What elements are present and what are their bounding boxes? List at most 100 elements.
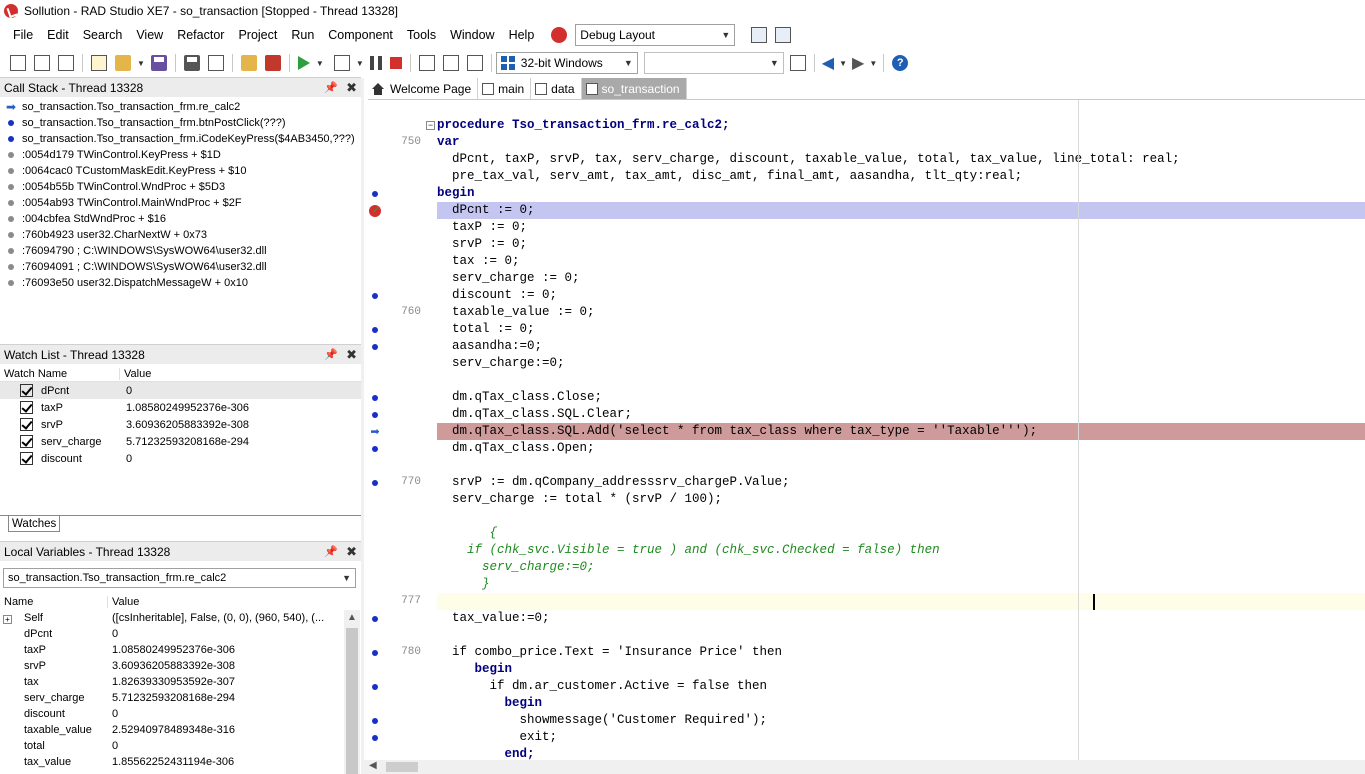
locals-row[interactable]: discount 0 xyxy=(0,706,361,722)
locals-row[interactable]: tax_value 1.85562252431194e-306 xyxy=(0,754,361,770)
menu-file[interactable]: File xyxy=(6,28,40,42)
add-to-project-icon[interactable] xyxy=(240,55,257,71)
menu-tools[interactable]: Tools xyxy=(400,28,443,42)
execution-point-icon[interactable]: ✓ xyxy=(364,202,386,219)
chevron-down-icon[interactable]: ▼ xyxy=(839,59,847,68)
chevron-down-icon[interactable]: ▼ xyxy=(869,59,877,68)
locals-row[interactable]: tax 1.82639330953592e-307 xyxy=(0,674,361,690)
set-debug-desktop-icon[interactable] xyxy=(775,27,792,43)
menu-edit[interactable]: Edit xyxy=(40,28,76,42)
breakpoint-dot-icon[interactable] xyxy=(364,610,386,627)
breakpoint-dot-icon[interactable] xyxy=(364,406,386,423)
locals-frame-combo[interactable]: so_transaction.Tso_transaction_frm.re_ca… xyxy=(3,568,356,588)
save-icon[interactable] xyxy=(150,55,167,71)
breakpoint-dot-icon[interactable] xyxy=(364,440,386,457)
call-stack-row[interactable]: :004cbfea StdWndProc + $16 xyxy=(0,211,361,227)
trace-into-icon[interactable] xyxy=(418,55,435,71)
chevron-down-icon[interactable]: ▼ xyxy=(356,59,364,68)
breakpoint-dot-icon[interactable] xyxy=(364,644,386,661)
run-to-cursor-icon[interactable] xyxy=(466,55,483,71)
call-stack-row[interactable]: :76094091 ; C:\WINDOWS\SysWOW64\user32.d… xyxy=(0,259,361,275)
platform-combo[interactable]: 32-bit Windows ▼ xyxy=(495,52,638,74)
scroll-left-icon[interactable]: ◀ xyxy=(369,760,377,771)
call-stack-row[interactable]: so_transaction.Tso_transaction_frm.iCode… xyxy=(0,131,361,147)
save-all-icon[interactable] xyxy=(183,55,200,71)
menu-project[interactable]: Project xyxy=(231,28,284,42)
expand-icon[interactable]: + xyxy=(3,615,12,624)
open-file-icon[interactable] xyxy=(34,55,50,71)
tab-data[interactable]: data xyxy=(531,78,582,99)
call-stack-row[interactable]: :0054d179 TWinControl.KeyPress + $1D xyxy=(0,147,361,163)
locals-row[interactable]: srvP 3.60936205883392e-308 xyxy=(0,658,361,674)
navigate-back-icon[interactable]: ◀ xyxy=(822,53,834,73)
run-without-debug-icon[interactable] xyxy=(333,55,350,71)
run-icon[interactable] xyxy=(297,56,310,70)
menu-component[interactable]: Component xyxy=(321,28,400,42)
menu-search[interactable]: Search xyxy=(76,28,130,42)
scrollbar-thumb[interactable] xyxy=(346,628,358,774)
pause-icon[interactable] xyxy=(369,56,382,70)
code-editor[interactable]: procedure Tso_transaction_frm.re_calc2; … xyxy=(437,100,1365,760)
layout-combo[interactable]: Debug Layout ▼ xyxy=(575,24,736,46)
stop-icon[interactable] xyxy=(389,57,402,69)
watch-enabled-checkbox[interactable] xyxy=(20,384,33,397)
close-file-icon[interactable] xyxy=(207,55,224,71)
breakpoint-dot-icon[interactable] xyxy=(364,712,386,729)
editor-horizontal-scrollbar[interactable]: ◀ xyxy=(364,760,1365,774)
breakpoint-dot-icon[interactable] xyxy=(364,185,386,202)
watch-enabled-checkbox[interactable] xyxy=(20,401,33,414)
menu-view[interactable]: View xyxy=(129,28,170,42)
config-options-icon[interactable] xyxy=(789,55,806,71)
tab-main[interactable]: main xyxy=(478,78,532,99)
watch-enabled-checkbox[interactable] xyxy=(20,435,33,448)
tab-so-transaction[interactable]: so_transaction xyxy=(581,78,687,99)
pin-icon[interactable]: 📌 xyxy=(324,348,338,361)
locals-row[interactable]: dPcnt 0 xyxy=(0,626,361,642)
locals-row[interactable]: serv_charge 5.71232593208168e-294 xyxy=(0,690,361,706)
watch-row[interactable]: srvP 3.60936205883392e-308 xyxy=(0,416,361,433)
stop-debug-icon[interactable] xyxy=(551,27,568,43)
menu-run[interactable]: Run xyxy=(284,28,321,42)
call-stack-row[interactable]: :0064cac0 TCustomMaskEdit.KeyPress + $10 xyxy=(0,163,361,179)
scroll-up-icon[interactable]: ▲ xyxy=(347,612,357,623)
close-icon[interactable]: ✖ xyxy=(346,80,357,96)
call-stack-row[interactable]: so_transaction.Tso_transaction_frm.btnPo… xyxy=(0,115,361,131)
locals-row[interactable]: taxP 1.08580249952376e-306 xyxy=(0,642,361,658)
save-desktop-icon[interactable] xyxy=(751,27,768,43)
menu-window[interactable]: Window xyxy=(443,28,501,42)
watch-name-column[interactable]: Watch Name xyxy=(0,367,120,380)
scrollbar-thumb[interactable] xyxy=(386,762,418,772)
locals-row[interactable]: + Self ([csInheritable], False, (0, 0), (9… xyxy=(0,610,361,626)
pin-icon[interactable]: 📌 xyxy=(324,545,338,558)
chevron-down-icon[interactable]: ▼ xyxy=(316,59,324,68)
watch-row[interactable]: discount 0 xyxy=(0,450,361,467)
step-over-icon[interactable] xyxy=(442,55,459,71)
breakpoint-dot-icon[interactable] xyxy=(364,678,386,695)
open-project-icon[interactable] xyxy=(58,55,74,71)
close-icon[interactable]: ✖ xyxy=(346,544,357,560)
locals-row[interactable]: taxable_value 2.52940978489348e-316 xyxy=(0,722,361,738)
new-items-icon[interactable] xyxy=(91,55,107,71)
remove-from-project-icon[interactable] xyxy=(264,55,281,71)
open-icon[interactable] xyxy=(115,55,131,71)
pin-icon[interactable]: 📌 xyxy=(324,81,338,94)
breakpoint-dot-icon[interactable] xyxy=(364,338,386,355)
breakpoint-dot-icon[interactable] xyxy=(364,287,386,304)
tab-watches[interactable]: Watches xyxy=(8,516,61,532)
call-stack-row[interactable]: :76094790 ; C:\WINDOWS\SysWOW64\user32.d… xyxy=(0,243,361,259)
call-stack-row[interactable]: ➡ so_transaction.Tso_transaction_frm.re_c… xyxy=(0,99,361,115)
current-line-arrow-icon[interactable]: ➡ xyxy=(364,423,386,440)
locals-scrollbar[interactable]: ▲ xyxy=(344,610,360,774)
fold-minus-icon[interactable]: − xyxy=(426,121,435,130)
call-stack-row[interactable]: :760b4923 user32.CharNextW + 0x73 xyxy=(0,227,361,243)
tab-welcome-page[interactable]: Welcome Page xyxy=(368,78,479,99)
config-combo[interactable]: ▼ xyxy=(643,52,784,74)
close-icon[interactable]: ✖ xyxy=(346,347,357,363)
menu-help[interactable]: Help xyxy=(502,28,542,42)
watch-row[interactable]: dPcnt 0 xyxy=(0,382,361,399)
breakpoint-dot-icon[interactable] xyxy=(364,729,386,746)
locals-row[interactable]: total 0 xyxy=(0,738,361,754)
call-stack-row[interactable]: :76093e50 user32.DispatchMessageW + 0x10 xyxy=(0,275,361,291)
locals-value-column[interactable]: Value xyxy=(108,596,139,608)
help-icon[interactable]: ? xyxy=(892,55,909,71)
